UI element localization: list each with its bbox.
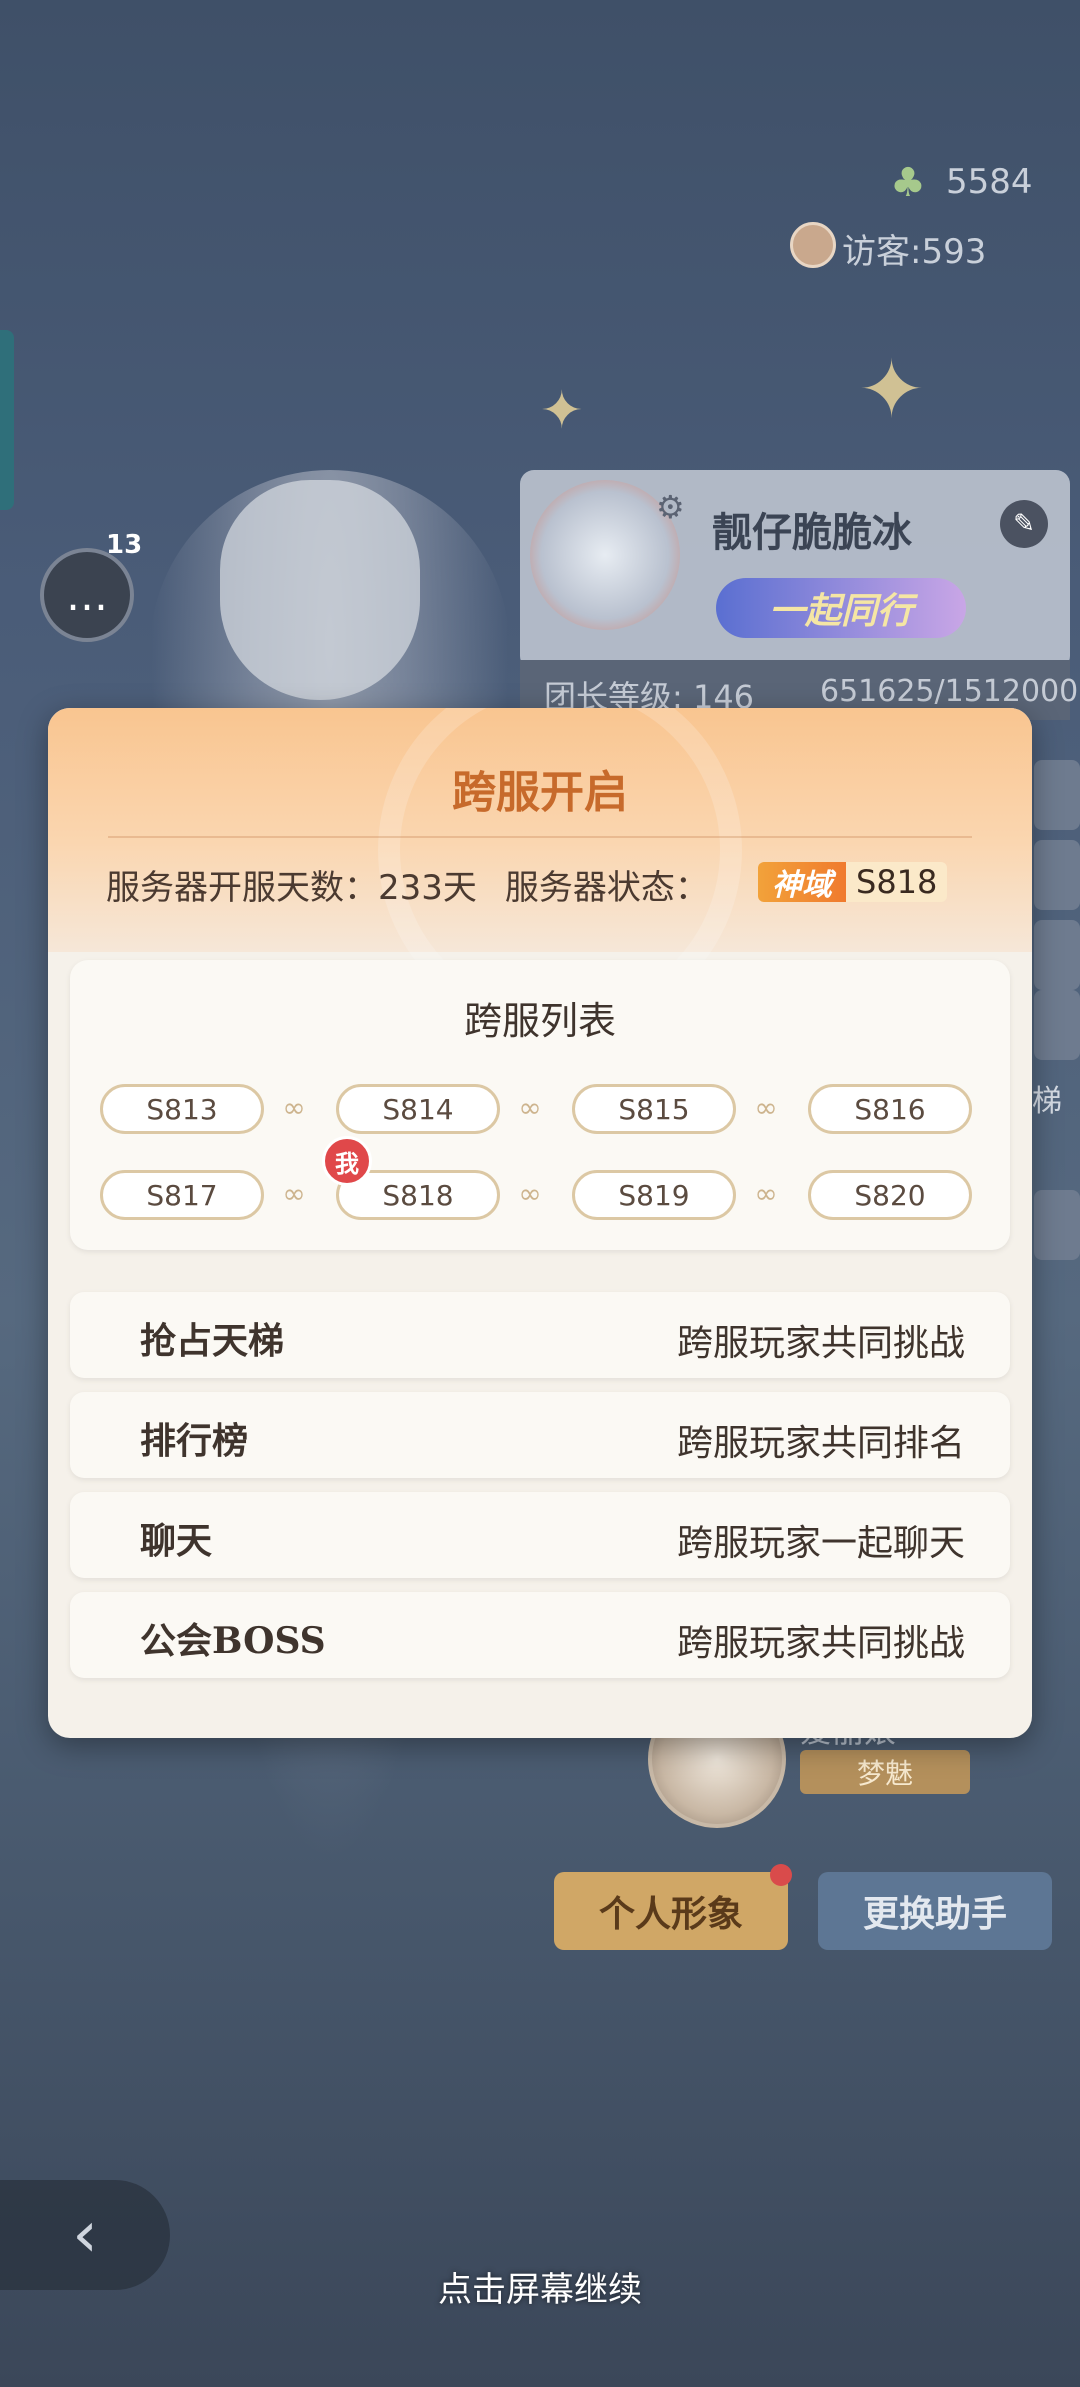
feature-name: 抢占天梯 <box>140 1320 285 1362</box>
side-menu-item[interactable] <box>1034 760 1080 830</box>
visitor-count: 访客:593 <box>842 232 987 272</box>
clover-icon: ♣ <box>890 160 926 206</box>
feature-desc: 跨服玩家一起聊天 <box>676 1523 965 1564</box>
notification-dot <box>770 1864 792 1886</box>
link-icon: ∞ <box>754 1091 778 1124</box>
assistant-tag: 梦魅 <box>800 1750 970 1794</box>
ladder-fragment: 梯 <box>1032 1084 1062 1119</box>
chat-unread-count: 13 <box>106 530 143 560</box>
back-arrow-icon: ‹ <box>72 2198 98 2272</box>
status-server: S818 <box>846 862 948 902</box>
status-badge: 神域 S818 <box>758 862 948 903</box>
tap-to-continue-hint[interactable]: 点击屏幕继续 <box>0 2262 1080 2311</box>
side-menu-item[interactable] <box>1034 1190 1080 1260</box>
side-menu-item[interactable] <box>1034 920 1080 990</box>
dialog-header: 跨服开启 服务器开服天数：233天 服务器状态： 神域 S818 <box>48 708 1032 1032</box>
edit-icon[interactable]: ✎ <box>1000 500 1048 548</box>
feature-row: 排行榜 跨服玩家共同排名 <box>70 1392 1010 1478</box>
server-chip: S817 <box>100 1170 264 1220</box>
visitor-icon <box>790 222 836 268</box>
link-icon: ∞ <box>282 1177 306 1210</box>
divider <box>108 836 972 838</box>
side-menu-item[interactable] <box>1034 840 1080 910</box>
feature-desc: 跨服玩家共同挑战 <box>676 1323 965 1364</box>
server-chip: S819 <box>572 1170 736 1220</box>
gear-icon[interactable]: ⚙ <box>656 488 685 526</box>
server-chip: S813 <box>100 1084 264 1134</box>
feature-row: 聊天 跨服玩家一起聊天 <box>70 1492 1010 1578</box>
clover-value: 5584 <box>946 162 1033 202</box>
chat-icon: … <box>66 570 108 620</box>
chat-button[interactable]: … <box>40 548 134 642</box>
change-assistant-button[interactable]: 更换助手 <box>818 1872 1052 1950</box>
side-menu-item[interactable] <box>1034 990 1080 1060</box>
open-days: 服务器开服天数：233天 <box>106 868 477 908</box>
me-badge: 我 <box>322 1136 372 1186</box>
sparkle-decoration: ✦ <box>540 381 584 441</box>
feature-desc: 跨服玩家共同排名 <box>676 1423 965 1464</box>
server-chip: S814 <box>336 1084 500 1134</box>
feature-name: 公会BOSS <box>140 1620 326 1662</box>
feature-name: 聊天 <box>140 1520 213 1562</box>
link-icon: ∞ <box>518 1177 542 1210</box>
dialog-title: 跨服开启 <box>452 767 628 818</box>
feature-row: 抢占天梯 跨服玩家共同挑战 <box>70 1292 1010 1378</box>
side-drawer-tab[interactable] <box>0 330 14 510</box>
profile-name: 靓仔脆脆冰 <box>712 510 912 556</box>
server-chip: S820 <box>808 1170 972 1220</box>
server-list-title: 跨服列表 <box>463 999 616 1043</box>
link-icon: ∞ <box>282 1091 306 1124</box>
link-icon: ∞ <box>754 1177 778 1210</box>
server-info-line: 服务器开服天数：233天 服务器状态： <box>106 860 709 909</box>
sparkle-decoration: ✦ <box>858 343 926 436</box>
profile-title-badge: 一起同行 <box>716 578 966 638</box>
cross-server-dialog: 跨服开启 服务器开服天数：233天 服务器状态： 神域 S818 跨服列表 S81… <box>48 708 1032 1738</box>
server-chip: S816 <box>808 1084 972 1134</box>
server-chip: S815 <box>572 1084 736 1134</box>
feature-desc: 跨服玩家共同挑战 <box>676 1623 965 1664</box>
server-list-card: 跨服列表 S813 ∞ S814 ∞ S815 ∞ S816 S817 ∞ S8… <box>70 960 1010 1250</box>
status-tier: 神域 <box>758 862 846 903</box>
personal-image-button[interactable]: 个人形象 <box>554 1872 788 1950</box>
feature-name: 排行榜 <box>140 1420 249 1462</box>
level-exp: 651625/1512000 <box>820 674 1079 709</box>
character-face <box>220 480 420 700</box>
feature-row: 公会BOSS 跨服玩家共同挑战 <box>70 1592 1010 1678</box>
link-icon: ∞ <box>518 1091 542 1124</box>
status-label: 服务器状态： <box>504 868 709 908</box>
